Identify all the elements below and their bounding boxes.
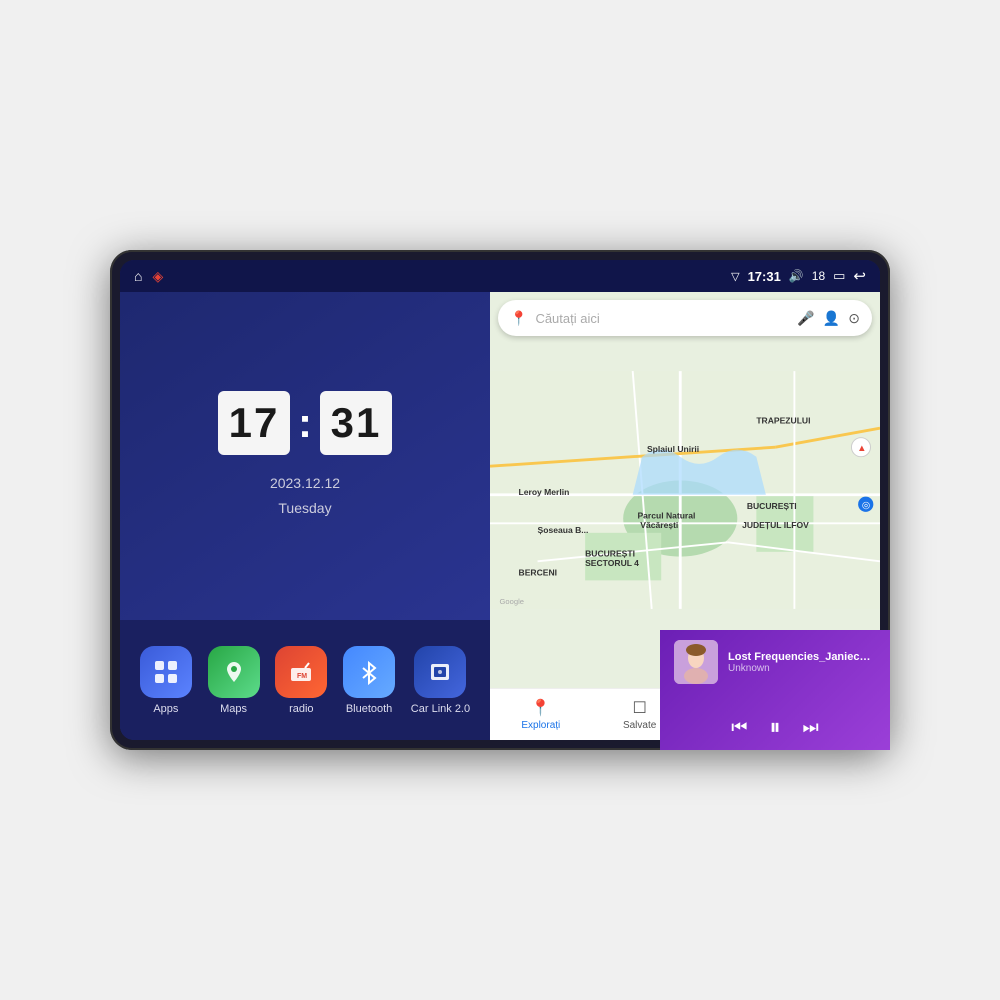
main-content: 17 : 31 2023.12.12 Tuesday [120,292,880,740]
map-nav-saved[interactable]: ☐ Salvate [623,698,656,731]
bluetooth-icon [343,646,395,698]
map-search-actions: 🎤 👤 ⊙ [797,310,860,327]
svg-text:Văcărești: Văcărești [640,520,678,530]
status-right-info: ▽ 17:31 🔊 18 ▭ ↩ [731,267,866,285]
clock-minutes: 31 [320,391,392,455]
svg-text:Leroy Merlin: Leroy Merlin [519,487,570,497]
clock-hours: 17 [218,391,290,455]
music-player: Lost Frequencies_Janieck Devy-... Unknow… [660,630,880,740]
map-search-placeholder[interactable]: Căutați aici [535,311,789,326]
music-prev-button[interactable]: ⏮ [731,717,747,738]
music-controls: ⏮ ⏸ ⏭ [674,714,876,740]
music-play-pause-button[interactable]: ⏸ [769,714,780,740]
music-title: Lost Frequencies_Janieck Devy-... [728,651,876,663]
app-icon-apps[interactable]: Apps [140,646,192,715]
svg-text:FM: FM [297,673,307,680]
battery-icon: ▭ [833,268,845,284]
left-panel: 17 : 31 2023.12.12 Tuesday [120,292,490,740]
app-icon-maps[interactable]: Maps [208,646,260,715]
music-album-art [674,640,718,684]
svg-text:TRAPEZULUI: TRAPEZULUI [756,415,810,425]
volume-level: 18 [812,269,825,283]
status-time: 17:31 [748,269,781,284]
carlink-label: Car Link 2.0 [411,703,470,715]
music-artist: Unknown [728,663,876,674]
svg-text:▲: ▲ [857,443,866,454]
volume-icon: 🔊 [789,269,804,283]
music-text-info: Lost Frequencies_Janieck Devy-... Unknow… [728,651,876,674]
map-search-bar[interactable]: 📍 Căutați aici 🎤 👤 ⊙ [498,300,872,336]
map-area[interactable]: TRAPEZULUI BUCUREȘTI JUDEȚUL ILFOV BERCE… [490,292,880,688]
back-icon[interactable]: ↩ [853,267,866,285]
app-icon-carlink[interactable]: Car Link 2.0 [411,646,470,715]
maps-status-icon[interactable]: ◈ [152,268,163,285]
account-icon[interactable]: 👤 [823,310,840,327]
svg-text:Parcul Natural: Parcul Natural [637,511,695,521]
saved-icon: ☐ [632,698,646,718]
svg-text:BUCUREȘTI: BUCUREȘTI [747,501,797,511]
voice-search-icon[interactable]: 🎤 [797,310,814,327]
status-left-icons: ⌂ ◈ [134,268,163,285]
radio-label: radio [289,703,313,715]
bluetooth-label: Bluetooth [346,703,392,715]
app-icon-radio[interactable]: FM radio [275,646,327,715]
device-screen: ⌂ ◈ ▽ 17:31 🔊 18 ▭ ↩ 17 : [120,260,880,740]
maps-label: Maps [220,703,247,715]
svg-text:JUDEȚUL ILFOV: JUDEȚUL ILFOV [742,520,809,530]
clock-display: 17 : 31 [218,391,392,455]
status-bar: ⌂ ◈ ▽ 17:31 🔊 18 ▭ ↩ [120,260,880,292]
signal-icon: ▽ [731,270,739,283]
carlink-icon [414,646,466,698]
car-unit-device: ⌂ ◈ ▽ 17:31 🔊 18 ▭ ↩ 17 : [110,250,890,750]
svg-text:BUCUREȘTI: BUCUREȘTI [585,549,635,559]
app-icon-bluetooth[interactable]: Bluetooth [343,646,395,715]
map-nav-explore[interactable]: 📍 Explorați [521,698,560,731]
radio-icon: FM [275,646,327,698]
clock-colon: : [298,391,312,455]
home-icon[interactable]: ⌂ [134,268,142,284]
app-bar: Apps Maps [120,620,490,740]
svg-text:BERCENI: BERCENI [519,568,557,578]
svg-text:Splaiul Unirii: Splaiul Unirii [647,444,699,454]
svg-text:Google: Google [500,597,525,606]
explore-icon: 📍 [531,698,551,718]
svg-text:Șoseaua B...: Șoseaua B... [538,525,589,535]
clock-date: 2023.12.12 Tuesday [270,471,340,521]
apps-icon [140,646,192,698]
map-pin-icon: 📍 [510,310,527,327]
svg-text:◎: ◎ [862,500,871,511]
layers-icon[interactable]: ⊙ [848,310,860,327]
svg-text:SECTORUL 4: SECTORUL 4 [585,558,639,568]
clock-widget: 17 : 31 2023.12.12 Tuesday [120,292,490,620]
maps-icon [208,646,260,698]
music-info: Lost Frequencies_Janieck Devy-... Unknow… [674,640,876,684]
music-next-button[interactable]: ⏭ [803,717,819,738]
apps-label: Apps [153,703,178,715]
